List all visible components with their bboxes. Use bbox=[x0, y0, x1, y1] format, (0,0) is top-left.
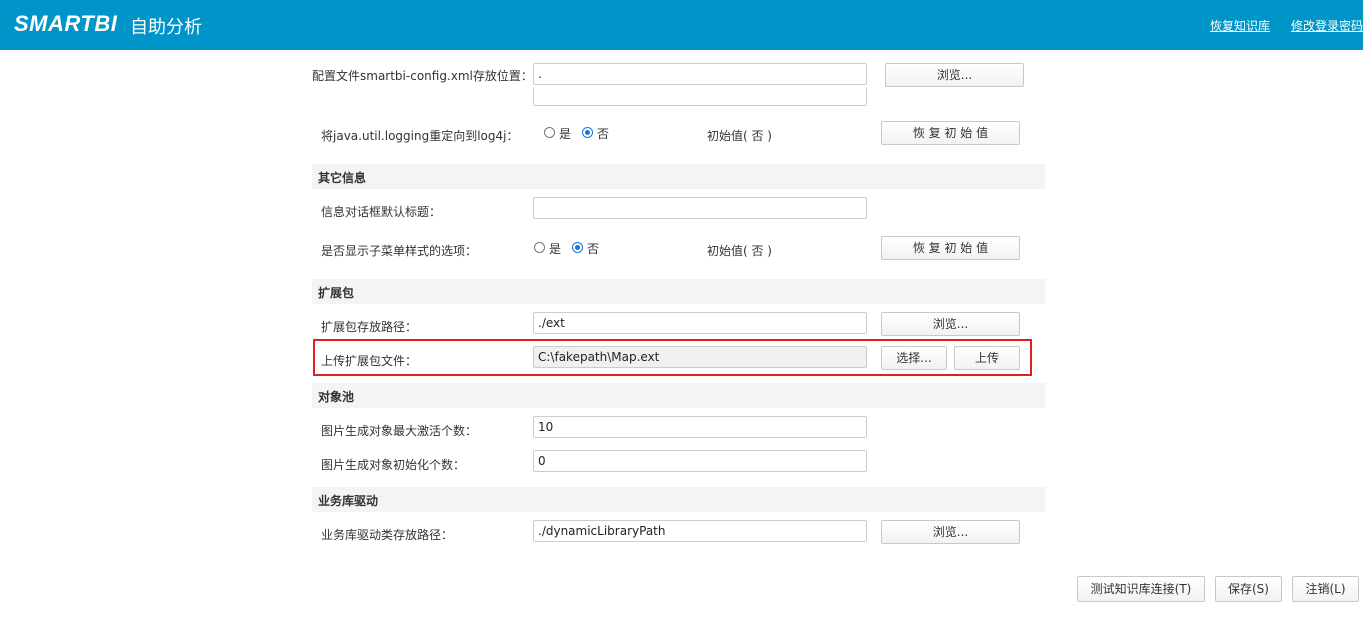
submenu-label: 是否显示子菜单样式的选项： bbox=[321, 244, 478, 258]
submenu-no-label: 否 bbox=[587, 242, 600, 256]
submenu-yes-label: 是 bbox=[549, 242, 562, 256]
log4j-no-radio[interactable] bbox=[582, 127, 593, 138]
pool-init-label: 图片生成对象初始化个数： bbox=[321, 458, 466, 472]
pool-max-label: 图片生成对象最大激活个数： bbox=[321, 424, 478, 438]
driver-path-label: 业务库驱动类存放路径： bbox=[321, 528, 454, 542]
section-other-info: 其它信息 bbox=[312, 164, 1045, 189]
config-browse-button[interactable]: 浏览... bbox=[885, 63, 1024, 87]
ext-upload-label: 上传扩展包文件： bbox=[321, 354, 418, 368]
change-password-link[interactable]: 修改登录密码 bbox=[1291, 17, 1363, 34]
config-path-input-extension bbox=[533, 87, 867, 106]
config-path-label: 配置文件smartbi-config.xml存放位置： bbox=[312, 69, 533, 83]
section-title: 其它信息 bbox=[318, 171, 367, 185]
logo: SMARTBI bbox=[14, 11, 118, 36]
section-business-driver: 业务库驱动 bbox=[312, 487, 1045, 512]
section-title: 业务库驱动 bbox=[318, 494, 379, 508]
submenu-yes-radio[interactable] bbox=[534, 242, 545, 253]
section-title: 扩展包 bbox=[318, 286, 355, 300]
section-title: 对象池 bbox=[318, 390, 355, 404]
config-path-input[interactable]: . bbox=[533, 63, 867, 85]
ext-path-label: 扩展包存放路径： bbox=[321, 320, 418, 334]
log4j-label: 将java.util.logging重定向到log4j： bbox=[321, 129, 519, 143]
ext-path-input[interactable]: ./ext bbox=[533, 312, 867, 334]
log4j-no-label: 否 bbox=[597, 127, 610, 141]
log4j-yes-label: 是 bbox=[559, 127, 572, 141]
save-button[interactable]: 保存(S) bbox=[1215, 576, 1282, 602]
logout-button[interactable]: 注销(L) bbox=[1292, 576, 1359, 602]
ext-browse-button[interactable]: 浏览... bbox=[881, 312, 1020, 336]
ext-choose-button[interactable]: 选择... bbox=[881, 346, 947, 370]
app-title: 自助分析 bbox=[130, 17, 202, 38]
log4j-initial-value: 初始值( 否 ) bbox=[707, 129, 772, 143]
driver-browse-button[interactable]: 浏览... bbox=[881, 520, 1020, 544]
submenu-restore-button[interactable]: 恢 复 初 始 值 bbox=[881, 236, 1020, 260]
log4j-yes-radio[interactable] bbox=[544, 127, 555, 138]
log4j-restore-button[interactable]: 恢 复 初 始 值 bbox=[881, 121, 1020, 145]
section-object-pool: 对象池 bbox=[312, 383, 1045, 408]
top-bar: SMARTBI 自助分析 恢复知识库 修改登录密码 bbox=[0, 0, 1363, 50]
restore-knowledge-base-link[interactable]: 恢复知识库 bbox=[1210, 17, 1270, 34]
submenu-no-radio[interactable] bbox=[572, 242, 583, 253]
test-connection-button[interactable]: 测试知识库连接(T) bbox=[1077, 576, 1205, 602]
pool-init-input[interactable]: 0 bbox=[533, 450, 867, 472]
driver-path-input[interactable]: ./dynamicLibraryPath bbox=[533, 520, 867, 542]
pool-max-input[interactable]: 10 bbox=[533, 416, 867, 438]
dialog-title-label: 信息对话框默认标题： bbox=[321, 205, 442, 219]
submenu-initial-value: 初始值( 否 ) bbox=[707, 244, 772, 258]
ext-upload-file-input[interactable]: C:\fakepath\Map.ext bbox=[533, 346, 867, 368]
ext-upload-button[interactable]: 上传 bbox=[954, 346, 1020, 370]
section-extension: 扩展包 bbox=[312, 279, 1045, 304]
dialog-title-input[interactable] bbox=[533, 197, 867, 219]
